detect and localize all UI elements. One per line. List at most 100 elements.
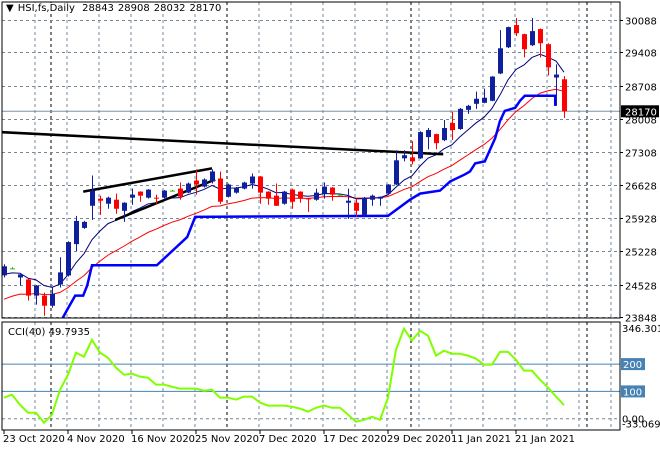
candle-body: [282, 191, 287, 204]
candle-body: [426, 130, 431, 138]
price-tick-label: 26628: [625, 182, 657, 193]
candle-body: [506, 27, 511, 48]
price-tick-label: 24528: [625, 282, 657, 293]
candle-body: [306, 198, 311, 200]
cci-max-label: 346.3017: [622, 324, 660, 335]
candle-body: [322, 186, 327, 194]
candle-body: [346, 200, 351, 203]
candle-body: [66, 242, 71, 276]
candle-body: [162, 190, 167, 198]
candle-body: [370, 195, 375, 200]
date-label: 4 Nov 2020: [67, 434, 125, 445]
candle-body: [298, 191, 303, 199]
candle-body: [146, 189, 151, 198]
candle-body: [482, 97, 487, 103]
candle: [226, 183, 231, 198]
candle: [362, 196, 367, 216]
candle-body: [538, 29, 543, 44]
date-label: 16 Nov 2020: [131, 434, 195, 445]
dropdown-triangle-icon[interactable]: ▼: [6, 3, 14, 14]
cci-min-label: -33.0698: [622, 420, 660, 431]
candle-body: [490, 76, 495, 101]
candle-body: [498, 48, 503, 74]
date-label: 25 Nov 2020: [195, 434, 259, 445]
candle-body: [34, 285, 39, 296]
candle-body: [178, 188, 183, 197]
candle: [186, 182, 191, 194]
candle-body: [170, 190, 175, 192]
candle-body: [562, 79, 567, 112]
date-label: 11 Jan 2021: [451, 434, 511, 445]
chart-header: ▼ HSI,fs,Daily 28843 28908 28032 28170: [6, 3, 226, 14]
date-label: 7 Dec 2020: [259, 434, 317, 445]
candle-body: [18, 274, 23, 278]
candle: [490, 76, 495, 102]
candle-body: [82, 221, 87, 228]
candle-body: [138, 191, 143, 196]
candle-body: [330, 187, 335, 195]
cci-level-label: 200: [623, 360, 642, 371]
candle-body: [186, 183, 191, 193]
candle-body: [2, 266, 7, 276]
candle: [202, 178, 207, 188]
price-tick-label: 23848: [625, 314, 657, 325]
candle-body: [194, 180, 199, 185]
symbol-label: HSI,fs,Daily: [17, 3, 75, 14]
open-value: 28843: [82, 3, 114, 14]
candle-body: [242, 182, 247, 189]
candle-body: [378, 196, 383, 199]
candle-body: [410, 157, 415, 162]
candle-body: [234, 187, 239, 193]
candle-body: [522, 34, 527, 50]
candle-body: [106, 197, 111, 204]
candle: [66, 241, 71, 277]
candle-body: [442, 128, 447, 141]
candle-body: [218, 178, 223, 202]
candle-body: [90, 190, 95, 206]
candle-body: [226, 184, 231, 197]
candle-body: [210, 171, 215, 182]
candle-body: [26, 279, 31, 296]
high-value: 28908: [117, 3, 150, 14]
candle-body: [514, 25, 519, 34]
close-value: 28170: [189, 3, 222, 14]
price-tick-label: 28708: [625, 83, 657, 94]
candle-body: [530, 31, 535, 46]
candle: [386, 184, 391, 195]
chart-canvas[interactable]: 3008829408287082800827308266282592825228…: [0, 0, 660, 450]
candle-body: [202, 179, 207, 187]
candle-body: [10, 268, 15, 270]
candle-body: [122, 202, 127, 211]
candle-body: [290, 189, 295, 202]
price-tick-label: 25928: [625, 215, 657, 226]
candle-body: [362, 197, 367, 215]
chart-window: 30088 29408 28708 28008 27308 26628 25928 25228…: [0, 0, 660, 450]
candle-body: [394, 160, 399, 185]
candle: [418, 131, 423, 159]
candle-body: [474, 98, 479, 104]
candle-body: [274, 195, 279, 206]
candle-body: [98, 198, 103, 201]
candle: [458, 107, 463, 130]
candle: [162, 190, 167, 199]
price-tick-label: 30088: [625, 17, 657, 28]
current-price-label: 28170: [625, 107, 657, 118]
candle-body: [130, 194, 135, 198]
candle: [282, 190, 287, 205]
candle-body: [58, 272, 63, 285]
date-label: 17 Dec 2020: [323, 434, 387, 445]
price-tick-label: 27308: [625, 149, 657, 160]
cci-level-label: 100: [623, 387, 642, 398]
candle-body: [250, 176, 255, 184]
candle-body: [546, 44, 551, 68]
candle-body: [258, 176, 263, 193]
candle: [210, 169, 215, 184]
candle-body: [450, 122, 455, 131]
candle: [234, 186, 239, 194]
candle: [146, 189, 151, 199]
price-tick-label: 29408: [625, 49, 657, 60]
candle-body: [402, 155, 407, 159]
candle-body: [466, 105, 471, 110]
candle-body: [42, 295, 47, 306]
candle-body: [154, 197, 159, 199]
